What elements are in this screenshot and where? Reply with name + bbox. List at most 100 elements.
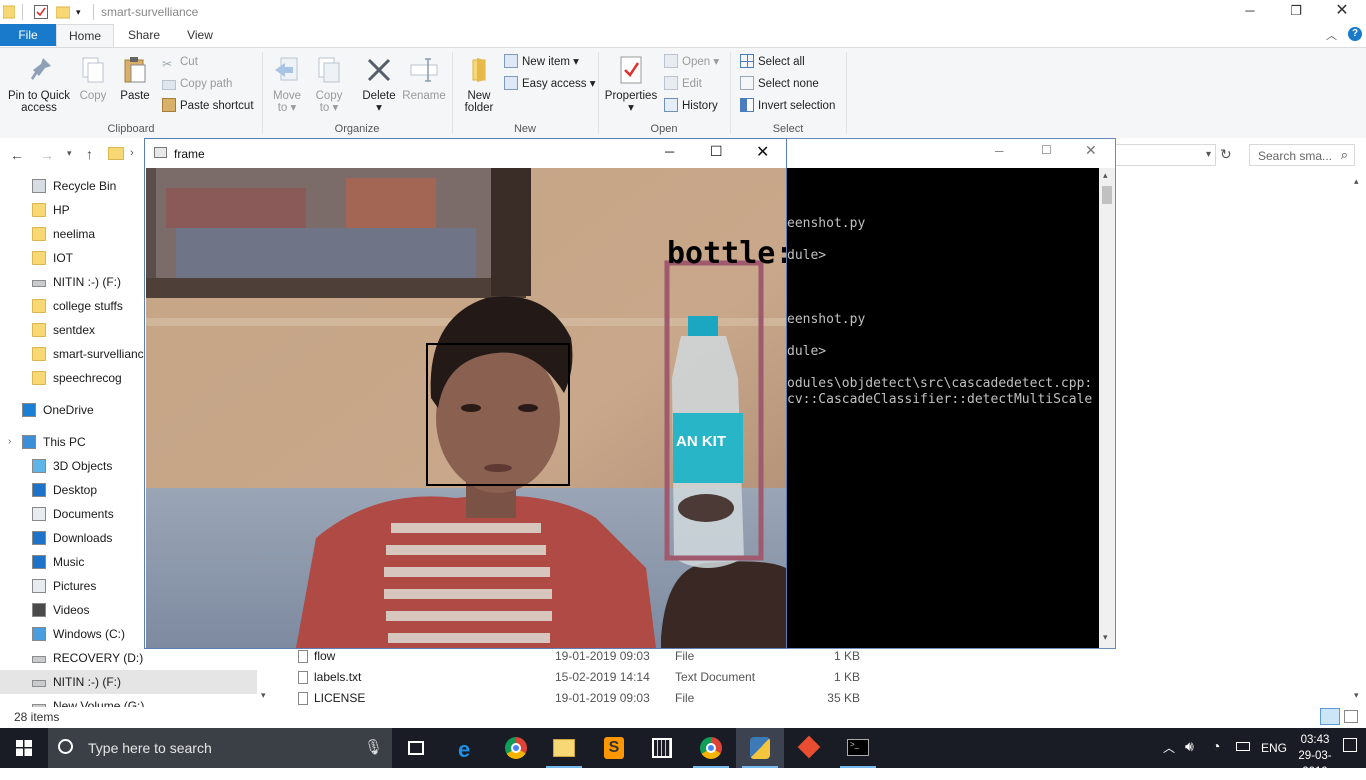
console-window[interactable]: ─ ☐ ✕ eenshot.py dule> eenshot.py dule> odul…: [786, 138, 1116, 649]
history-button[interactable]: History: [664, 97, 718, 115]
up-arrow-icon[interactable]: ↑: [86, 146, 93, 162]
battery-icon[interactable]: [1236, 742, 1250, 751]
console-minimize-button[interactable]: ─: [995, 144, 1004, 158]
cut-button[interactable]: ✂ Cut: [162, 53, 198, 71]
large-icons-view-icon[interactable]: [1344, 710, 1358, 723]
help-icon[interactable]: ?: [1348, 27, 1362, 41]
properties-icon[interactable]: [34, 4, 48, 20]
paste-button[interactable]: Paste: [116, 54, 154, 102]
show-hidden-icons[interactable]: ︿: [1163, 739, 1175, 756]
nav-item-label: This PC: [43, 435, 86, 449]
task-view-button[interactable]: [392, 728, 440, 768]
tab-file[interactable]: File: [0, 24, 56, 46]
scroll-up-icon[interactable]: ▴: [1354, 176, 1359, 187]
file-row[interactable]: labels.txt 15-02-2019 14:14 Text Document 1…: [290, 667, 1350, 688]
console-maximize-button[interactable]: ☐: [1041, 143, 1052, 157]
address-dropdown-icon[interactable]: ▾: [1206, 149, 1211, 160]
search-input[interactable]: Search sma... ⌕: [1249, 144, 1355, 166]
tab-view[interactable]: View: [176, 24, 224, 46]
console-close-button[interactable]: ✕: [1085, 142, 1097, 159]
wifi-icon[interactable]: ◔: [1212, 738, 1220, 754]
music-icon: [32, 555, 46, 569]
expand-chevron-icon[interactable]: ›: [8, 430, 11, 454]
frame-minimize-button[interactable]: ─: [665, 144, 674, 159]
file-row[interactable]: flow 19-01-2019 09:03 File 1 KB: [290, 646, 1350, 667]
new-item-button[interactable]: New item ▾: [504, 53, 579, 71]
volume-icon[interactable]: 🔊︎: [1185, 738, 1194, 755]
nav-item-label: Desktop: [53, 483, 98, 497]
collapse-ribbon-icon[interactable]: ︿: [1326, 27, 1337, 43]
breadcrumb-chevron-icon[interactable]: ›: [130, 147, 134, 159]
invert-selection-icon: [740, 98, 754, 112]
file-row[interactable]: LICENSE 19-01-2019 09:03 File 35 KB: [290, 688, 1350, 709]
taskbar-sublime[interactable]: S: [590, 728, 638, 768]
nav-item[interactable]: NITIN :-) (F:): [0, 670, 257, 694]
customize-toolbar-icon[interactable]: ▾: [76, 4, 86, 20]
scroll-down-icon[interactable]: ▾: [1354, 690, 1359, 701]
back-arrow-icon[interactable]: ←: [10, 147, 24, 163]
open-button[interactable]: Open ▾: [664, 53, 719, 71]
frame-title: frame: [174, 147, 205, 161]
copy-button[interactable]: Copy: [76, 54, 110, 102]
new-folder-icon[interactable]: [55, 4, 71, 20]
invert-selection-button[interactable]: Invert selection: [740, 97, 835, 115]
close-button[interactable]: ✕: [1319, 0, 1365, 24]
move-to-button[interactable]: Move to ▾: [270, 54, 304, 114]
taskbar-chrome-2[interactable]: [687, 728, 735, 768]
paste-icon: [119, 54, 151, 86]
tab-share[interactable]: Share: [120, 24, 168, 46]
pin-icon: [23, 54, 55, 86]
forward-arrow-icon[interactable]: →: [40, 147, 54, 163]
rename-button[interactable]: Rename: [402, 54, 446, 102]
taskbar-cmd[interactable]: >_: [834, 728, 882, 768]
taskbar-python[interactable]: [736, 728, 784, 768]
select-none-button[interactable]: Select none: [740, 75, 819, 93]
frame-maximize-button[interactable]: ☐: [710, 143, 723, 160]
minimize-button[interactable]: ─: [1227, 0, 1273, 24]
taskbar-file-explorer[interactable]: [540, 728, 588, 768]
scroll-thumb[interactable]: [1102, 186, 1112, 204]
scroll-down-icon[interactable]: ▾: [261, 690, 266, 701]
console-scrollbar[interactable]: ▴ ▾: [1099, 168, 1115, 648]
console-line: odules\objdetect\src\cascadedetect.cpp:: [787, 376, 1093, 391]
frame-window[interactable]: frame ─ ☐ ✕ AN KIT bottle:: [144, 138, 787, 649]
console-line: dule>: [787, 344, 827, 359]
onedrive-icon: [22, 403, 36, 417]
restore-button[interactable]: ❐: [1273, 0, 1319, 24]
nav-item[interactable]: RECOVERY (D:): [0, 646, 257, 670]
edit-button[interactable]: Edit: [664, 75, 702, 93]
explorer-title-bar: ▾ smart-survelliance ─ ❐ ✕: [0, 0, 1366, 24]
microphone-icon[interactable]: 🎙: [364, 738, 383, 756]
details-view-icon[interactable]: [1320, 708, 1340, 725]
taskbar-edge[interactable]: e: [444, 728, 492, 768]
paste-shortcut-icon: [162, 98, 176, 112]
new-folder-button[interactable]: New folder: [460, 54, 498, 114]
taskbar-search-box[interactable]: Type here to search 🎙: [48, 728, 392, 768]
file-type: File: [675, 691, 695, 705]
taskbar-git[interactable]: [786, 728, 834, 768]
file-list-scrollbar[interactable]: ▴ ▾: [1350, 174, 1366, 706]
copy-to-button[interactable]: Copy to ▾: [312, 54, 346, 114]
clock[interactable]: 03:43 29-03-2019: [1293, 732, 1337, 780]
select-all-button[interactable]: Select all: [740, 53, 805, 71]
refresh-icon[interactable]: ↻: [1220, 146, 1232, 163]
scroll-down-icon[interactable]: ▾: [1103, 632, 1108, 643]
scroll-up-icon[interactable]: ▴: [1103, 170, 1108, 181]
delete-button[interactable]: Delete ▾: [358, 54, 400, 114]
nav-item-label: Downloads: [53, 531, 113, 545]
properties-button[interactable]: Properties ▾: [604, 54, 658, 114]
frame-close-button[interactable]: ✕: [756, 142, 769, 162]
recent-locations-icon[interactable]: ▾: [67, 148, 72, 159]
action-center-icon[interactable]: [1343, 738, 1357, 752]
copy-path-button[interactable]: Copy path: [162, 75, 232, 93]
easy-access-button[interactable]: Easy access ▾: [504, 75, 596, 93]
tab-home[interactable]: Home: [56, 24, 114, 47]
pin-to-quick-access-button[interactable]: Pin to Quick access: [4, 54, 74, 114]
taskbar-calendar[interactable]: [638, 728, 686, 768]
paste-shortcut-button[interactable]: Paste shortcut: [162, 97, 254, 115]
language-indicator[interactable]: ENG: [1261, 741, 1287, 755]
start-button[interactable]: [0, 728, 48, 768]
address-input[interactable]: ▾: [1116, 144, 1216, 166]
file-size: 1 KB: [833, 649, 860, 663]
taskbar-chrome[interactable]: [492, 728, 540, 768]
